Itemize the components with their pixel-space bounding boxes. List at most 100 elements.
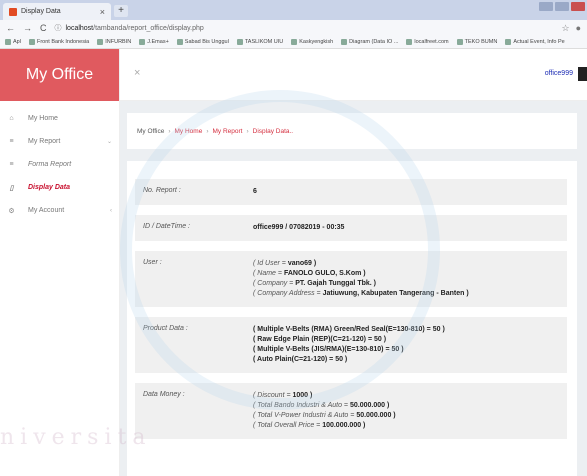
detail-line-label: ( Company Address = <box>253 290 323 297</box>
detail-row-id: ID / DateTime : office999 / 07082019 - 0… <box>135 215 567 241</box>
detail-line: ( Auto Plain(C=21-120) = 50 ) <box>253 355 559 365</box>
detail-line-label: ( Id User = <box>253 260 288 267</box>
bookmark-item[interactable]: INFURBIN <box>97 39 131 45</box>
bookmark-item[interactable]: Actual Event, Info Pe <box>505 39 565 45</box>
detail-line: ( Discount = 1000 ) <box>253 391 559 401</box>
detail-value: ( Multiple V-Belts (RMA) Green/Red Seal(… <box>253 326 445 333</box>
bookmark-item[interactable]: J.Emas+ <box>139 39 169 45</box>
breadcrumb-root[interactable]: My Office <box>137 128 164 135</box>
bookmark-item[interactable]: localfreet.com <box>406 39 449 45</box>
sidebar-item-forma-report[interactable]: ≡ Forma Report <box>0 153 119 176</box>
detail-value: 1000 ) <box>292 392 313 399</box>
chevron-icon: ‹ <box>110 207 112 214</box>
favicon-icon <box>9 7 17 16</box>
minimize-button[interactable] <box>539 2 553 11</box>
bookmark-item[interactable]: Sabad Bis Unggul <box>176 39 229 45</box>
star-icon[interactable]: ☆ <box>561 23 569 34</box>
new-tab-button[interactable]: + <box>114 5 128 17</box>
window-controls <box>539 2 585 11</box>
brand-title[interactable]: My Office <box>0 49 119 101</box>
tab-title: Display Data <box>21 8 61 15</box>
bookmark-icon <box>456 39 463 45</box>
bookmark-icon <box>505 39 512 45</box>
detail-line: ( Raw Edge Plain (REP)(C=21-120) = 50 ) <box>253 335 559 345</box>
username-link[interactable]: office999 <box>545 70 573 77</box>
breadcrumb-current: Display Data.. <box>252 127 294 135</box>
no-report-value: 6 <box>253 188 257 195</box>
profile-icon[interactable]: ● <box>576 23 581 34</box>
address-bar-row: ← → C ⓘ localhost/tambanda/report_office… <box>0 20 587 36</box>
detail-value: Jatiuwung, Kabupaten Tangerang - Banten … <box>322 290 469 297</box>
detail-line: ( Name = FANOLO GULO, S.Kom ) <box>253 269 559 279</box>
bookmark-item[interactable]: Diagram (Data IO ... <box>341 39 398 45</box>
browser-tab[interactable]: Display Data × <box>3 3 111 20</box>
browser-tab-strip: Display Data × + <box>0 0 587 20</box>
detail-row-product: Product Data : ( Multiple V-Belts (RMA) … <box>135 317 567 373</box>
bookmark-item[interactable]: Kaskyengkish <box>291 39 333 45</box>
breadcrumb-report[interactable]: My Report <box>213 128 243 135</box>
detail-line: ( Multiple V-Belts (JIS/RMA)(E=130-810) … <box>253 345 559 355</box>
detail-value: 100.000.000 ) <box>322 422 366 429</box>
detail-line-label: ( Total Overall Price = <box>253 422 323 429</box>
user-values: ( Id User = vano69 )( Name = FANOLO GULO… <box>245 251 567 307</box>
maximize-button[interactable] <box>555 2 569 11</box>
sidebar: My Office ⌂ My Home ≡ My Report ⌄ ≡ Forma Repo… <box>0 49 120 476</box>
sidebar-item-my-account[interactable]: ⚙ My Account ‹ <box>0 199 119 222</box>
detail-line: ( Company Address = Jatiuwung, Kabupaten… <box>253 289 559 299</box>
bookmark-icon <box>236 39 243 45</box>
detail-value: ( Auto Plain(C=21-120) = 50 ) <box>253 356 348 363</box>
bookmark-icon <box>406 39 413 45</box>
detail-value: ( Raw Edge Plain (REP)(C=21-120) = 50 ) <box>253 336 387 343</box>
money-values: ( Discount = 1000 )( Total Bando Industr… <box>245 383 567 439</box>
detail-panel: No. Report : 6 ID / DateTime : office999… <box>127 161 577 476</box>
bookmark-label: Actual Event, Info Pe <box>513 39 565 45</box>
bookmark-icon <box>291 39 298 45</box>
info-icon: ⓘ <box>54 25 62 32</box>
detail-line-label: ( Discount = <box>253 392 293 399</box>
company-logo <box>578 67 587 81</box>
sidebar-item-display-data[interactable]: ▯ Display Data <box>0 176 119 199</box>
detail-row-money: Data Money : ( Discount = 1000 )( Total … <box>135 383 567 439</box>
close-window-button[interactable] <box>571 2 585 11</box>
detail-value: FANOLO GULO, S.Kom ) <box>283 270 366 277</box>
sidebar-menu: ⌂ My Home ≡ My Report ⌄ ≡ Forma Report ▯ Display… <box>0 107 119 222</box>
detail-line-label: ( Total V-Power Industri & Auto = <box>253 412 357 419</box>
detail-line: ( Total Overall Price = 100.000.000 ) <box>253 421 559 431</box>
top-header: × office999 <box>120 49 587 101</box>
user-label: User : <box>143 259 162 266</box>
bookmark-label: Kaskyengkish <box>299 39 334 45</box>
detail-line: ( Multiple V-Belts (RMA) Green/Red Seal(… <box>253 325 559 335</box>
bookmark-label: Front Bank Indonesia <box>36 39 90 45</box>
product-values: ( Multiple V-Belts (RMA) Green/Red Seal(… <box>245 317 567 373</box>
close-tab-icon[interactable]: × <box>100 7 105 17</box>
detail-value: PT. Gajah Tunggal Tbk. ) <box>295 280 376 287</box>
back-icon[interactable]: ← <box>6 23 15 33</box>
sidebar-item-label: Display Data <box>28 184 71 191</box>
id-label: ID / DateTime : <box>143 223 191 230</box>
detail-row-user: User : ( Id User = vano69 )( Name = FANO… <box>135 251 567 307</box>
bookmark-item[interactable]: TEKO BUMN <box>456 39 497 45</box>
bookmark-item[interactable]: Apl <box>5 39 21 45</box>
sidebar-item-label: My Report <box>28 138 61 145</box>
bookmark-icon <box>5 39 11 45</box>
sidebar-item-my-report[interactable]: ≡ My Report ⌄ <box>0 130 119 153</box>
bookmark-icon <box>176 39 183 45</box>
chevron-icon: ⌄ <box>106 139 112 145</box>
breadcrumb-home[interactable]: My Home <box>175 128 203 135</box>
address-bar[interactable]: ⓘ localhost/tambanda/report_office/displ… <box>55 23 554 33</box>
reload-icon[interactable]: C <box>40 23 47 33</box>
close-icon[interactable]: × <box>134 67 140 79</box>
bookmark-item[interactable]: Front Bank Indonesia <box>28 39 90 45</box>
detail-line-label: ( Company = <box>253 280 296 287</box>
detail-line-label: ( Name = <box>253 270 284 277</box>
sidebar-item-label: Forma Report <box>28 161 72 168</box>
breadcrumb: My Office › My Home › My Report › Displa… <box>127 113 577 149</box>
url-host: localhost <box>65 24 94 32</box>
sidebar-item-my-home[interactable]: ⌂ My Home <box>0 107 119 130</box>
forward-icon[interactable]: → <box>23 23 32 33</box>
breadcrumb-separator: › <box>206 127 209 135</box>
bookmarks-bar: Apl Front Bank Indonesia INFURBIN J.Emas+ Sa… <box>0 36 587 49</box>
sidebar-item-label: My Home <box>28 115 58 122</box>
detail-value: 50.000.000 ) <box>349 402 390 409</box>
bookmark-item[interactable]: TASLIKOM UIU <box>236 39 283 45</box>
